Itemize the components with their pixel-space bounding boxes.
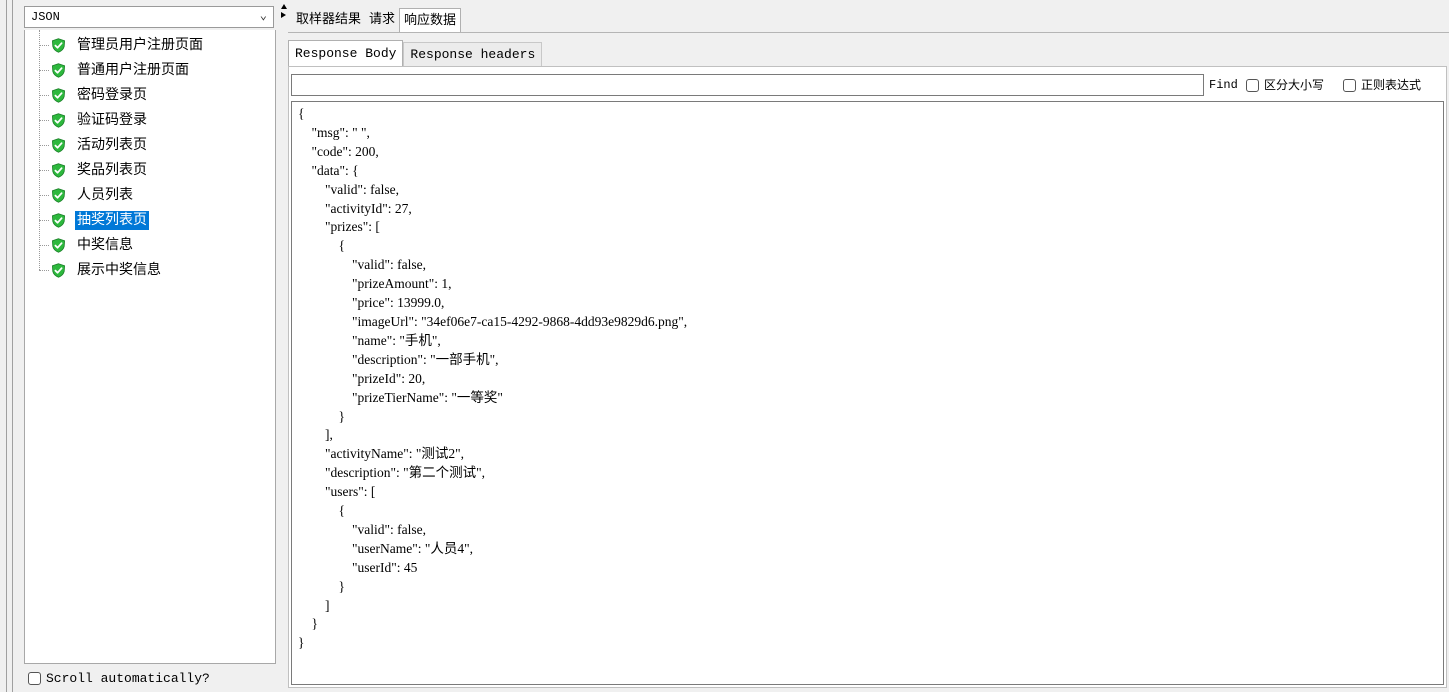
success-shield-icon xyxy=(51,113,66,128)
tree-item[interactable]: 抽奖列表页 xyxy=(25,208,265,233)
main-tab-bar: 取样器结果 请求 响应数据 xyxy=(292,8,462,32)
regex-label: 正则表达式 xyxy=(1361,78,1422,92)
tree-item[interactable]: 管理员用户注册页面 xyxy=(25,33,265,58)
tree-item[interactable]: 普通用户注册页面 xyxy=(25,58,265,83)
response-tab-bar: Response Body Response headers xyxy=(288,40,543,66)
results-tree-panel: JSON ⌄ 管理员用户注册页面 普通用户注册页面 密码登录页验证码登录活动列表页奖… xyxy=(20,0,280,692)
case-sensitive-label: 区分大小写 xyxy=(1264,78,1325,92)
tree-item[interactable]: 验证码登录 xyxy=(25,108,265,133)
success-shield-icon xyxy=(51,88,66,103)
success-shield-icon xyxy=(51,213,66,228)
tab-response-body[interactable]: Response Body xyxy=(288,40,404,66)
success-shield-icon xyxy=(51,263,66,278)
results-main-panel: 取样器结果 请求 响应数据 Response Body Response hea… xyxy=(288,0,1449,692)
chevron-down-icon[interactable]: ⌄ xyxy=(260,6,267,26)
search-input[interactable] xyxy=(291,74,1204,96)
tree-connector xyxy=(39,120,49,121)
tree-item[interactable]: 密码登录页 xyxy=(25,83,265,108)
tree-connector xyxy=(39,145,49,146)
response-body-text-area[interactable]: { "msg": " ", "code": 200, "data": { "va… xyxy=(291,101,1444,685)
edge-line xyxy=(6,0,7,692)
scroll-automatically-checkbox[interactable] xyxy=(28,671,41,685)
tree-item-label: 奖品列表页 xyxy=(77,162,147,178)
success-shield-icon xyxy=(51,238,66,253)
tree-item-label: 展示中奖信息 xyxy=(77,262,161,278)
success-shield-icon xyxy=(51,38,66,53)
collapse-up-arrow-icon[interactable] xyxy=(281,4,287,9)
case-sensitive-option[interactable]: 区分大小写 xyxy=(1246,76,1324,94)
tab-request[interactable]: 请求 xyxy=(365,8,399,32)
success-shield-icon xyxy=(51,188,66,203)
panel-splitter[interactable] xyxy=(280,0,288,692)
response-json-text[interactable]: { "msg": " ", "code": 200, "data": { "va… xyxy=(292,102,1443,653)
tree-connector xyxy=(39,195,49,196)
response-content-frame: Find 区分大小写 正则表达式 { "msg": " ", "code": 2… xyxy=(288,66,1447,688)
tree-connector xyxy=(39,70,49,71)
success-shield-icon xyxy=(51,63,66,78)
tab-sampler-result[interactable]: 取样器结果 xyxy=(292,8,365,32)
tree-item[interactable]: 人员列表 xyxy=(25,183,265,208)
tree-connector xyxy=(39,245,49,246)
edge-line xyxy=(12,0,13,692)
left-edge-strip xyxy=(0,0,20,692)
tree-connector xyxy=(39,95,49,96)
tree-item[interactable]: 展示中奖信息 xyxy=(25,258,265,283)
tree-item-label: 管理员用户注册页面 xyxy=(77,37,203,53)
case-sensitive-checkbox[interactable] xyxy=(1246,78,1259,92)
tab-response-data[interactable]: 响应数据 xyxy=(399,8,462,32)
tree-item-label: 活动列表页 xyxy=(77,137,147,153)
tree-item-label: 抽奖列表页 xyxy=(75,211,149,230)
regex-option[interactable]: 正则表达式 xyxy=(1343,76,1421,94)
tree-connector xyxy=(39,170,49,171)
tree-item-label: 验证码登录 xyxy=(77,112,147,128)
tree-connector xyxy=(39,270,49,271)
collapse-right-arrow-icon[interactable] xyxy=(281,12,286,18)
renderer-select-value: JSON xyxy=(31,10,60,24)
tree-item-label: 普通用户注册页面 xyxy=(77,62,189,78)
tree-item-label: 密码登录页 xyxy=(77,87,147,103)
tree-item[interactable]: 奖品列表页 xyxy=(25,158,265,183)
tree-connector xyxy=(39,220,49,221)
success-shield-icon xyxy=(51,163,66,178)
scroll-automatically-option[interactable]: Scroll automatically? xyxy=(24,667,210,689)
regex-checkbox[interactable] xyxy=(1343,78,1356,92)
renderer-select[interactable]: JSON ⌄ xyxy=(24,6,274,28)
tree-item[interactable]: 中奖信息 xyxy=(25,233,265,258)
tab-bar-divider xyxy=(288,32,1449,33)
find-label: Find xyxy=(1209,78,1238,92)
tree-item[interactable]: 活动列表页 xyxy=(25,133,265,158)
tab-response-headers[interactable]: Response headers xyxy=(403,42,543,66)
tree-item-label: 中奖信息 xyxy=(77,237,133,253)
tree-connector xyxy=(39,45,49,46)
tree-item-label: 人员列表 xyxy=(77,187,133,203)
success-shield-icon xyxy=(51,138,66,153)
scroll-automatically-label: Scroll automatically? xyxy=(46,670,210,686)
sampler-tree: 管理员用户注册页面 普通用户注册页面 密码登录页验证码登录活动列表页奖品列表页人员列… xyxy=(24,30,276,664)
